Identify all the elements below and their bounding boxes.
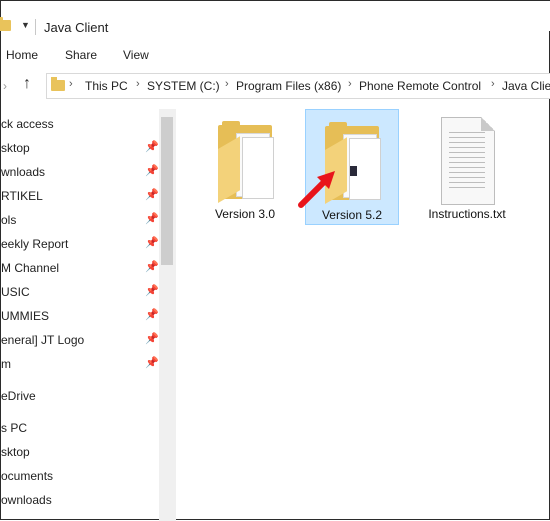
folder-item[interactable]: Version 3.0 — [199, 109, 291, 223]
title-bar: ▼ Java Client — [0, 1, 550, 35]
sidebar-item-label: ocuments — [1, 469, 54, 483]
tab-share[interactable]: Share — [65, 48, 97, 62]
divider — [35, 19, 36, 35]
sidebar-item-label: eekly Report — [1, 237, 69, 251]
sidebar-item-label: sktop — [1, 445, 30, 459]
nav-scrollbar[interactable] — [159, 109, 176, 521]
sidebar-item-label: eDrive — [1, 389, 36, 403]
sidebar-item-label: RTIKEL — [1, 189, 43, 203]
pin-icon[interactable]: 📌 — [145, 140, 159, 153]
pin-icon[interactable]: 📌 — [145, 260, 159, 273]
sidebar-item-label: UMMIES — [1, 309, 49, 323]
sidebar-item-downloads[interactable]: wnloads 📌 — [1, 161, 159, 183]
chevron-right-icon[interactable]: › — [225, 78, 229, 90]
folder-icon — [218, 119, 274, 203]
chevron-right-icon[interactable]: › — [136, 78, 140, 90]
pin-icon[interactable]: 📌 — [145, 164, 159, 177]
item-name: Version 3.0 — [214, 207, 276, 221]
sidebar-item-weekly-report[interactable]: eekly Report 📌 — [1, 233, 159, 255]
folder-icon — [51, 77, 65, 91]
sidebar-item-music[interactable]: USIC 📌 — [1, 281, 159, 303]
sidebar-item-channel[interactable]: M Channel 📌 — [1, 257, 159, 279]
sidebar-item-m[interactable]: m 📌 — [1, 353, 159, 375]
sidebar-item-pc-desktop[interactable]: sktop — [1, 441, 159, 463]
sidebar-item-label: m — [1, 357, 11, 371]
quick-access-dropdown-icon[interactable]: ▼ — [21, 20, 30, 30]
chevron-right-icon[interactable]: › — [348, 78, 352, 90]
explorer-window: ▼ Java Client Home Share View › ↑ › This… — [0, 0, 550, 521]
sidebar-item-label: ck access — [1, 117, 54, 131]
breadcrumb-java-client[interactable]: Java Clien — [502, 79, 550, 93]
window-title: Java Client — [44, 20, 109, 35]
navigation-pane: ck access sktop 📌 wnloads 📌 RTIKEL 📌 ols 📌 e… — [1, 109, 159, 521]
item-name: Version 5.2 — [321, 208, 383, 222]
sidebar-item-documents[interactable]: ocuments — [1, 465, 159, 487]
breadcrumb-program-files-x86[interactable]: Program Files (x86) — [236, 79, 341, 93]
pin-icon[interactable]: 📌 — [145, 332, 159, 345]
scrollbar-thumb[interactable] — [161, 117, 173, 265]
sidebar-item-label: wnloads — [1, 165, 46, 179]
pin-icon[interactable]: 📌 — [145, 236, 159, 249]
item-name: Instructions.txt — [428, 207, 506, 221]
sidebar-item-jt-logo[interactable]: eneral] JT Logo 📌 — [1, 329, 159, 351]
pin-icon[interactable]: 📌 — [145, 356, 159, 369]
chevron-right-icon[interactable]: › — [69, 78, 73, 90]
file-item[interactable]: Instructions.txt — [421, 109, 513, 223]
breadcrumb-system-c[interactable]: SYSTEM (C:) — [147, 79, 220, 93]
address-bar[interactable]: › This PC › SYSTEM (C:) › Program Files … — [46, 73, 550, 99]
pin-icon[interactable]: 📌 — [145, 308, 159, 321]
sidebar-item-dummies[interactable]: UMMIES 📌 — [1, 305, 159, 327]
chevron-right-icon[interactable]: › — [491, 78, 495, 90]
sidebar-item-this-pc[interactable]: s PC — [1, 417, 159, 439]
pin-icon[interactable]: 📌 — [145, 188, 159, 201]
sidebar-item-quick-access[interactable]: ck access — [1, 113, 159, 135]
forward-button[interactable]: › — [3, 79, 7, 93]
sidebar-item-label: USIC — [1, 285, 30, 299]
sidebar-item-label: s PC — [1, 421, 28, 435]
sidebar-item-label: ols — [1, 213, 17, 227]
sidebar-item-label: ownloads — [1, 493, 52, 507]
tab-home[interactable]: Home — [6, 48, 38, 62]
tab-view[interactable]: View — [123, 48, 149, 62]
red-arrow-annotation — [298, 171, 335, 208]
sidebar-item-desktop[interactable]: sktop 📌 — [1, 137, 159, 159]
sidebar-item-artikel[interactable]: RTIKEL 📌 — [1, 185, 159, 207]
folder-icon — [0, 17, 11, 31]
text-file-icon — [441, 117, 495, 205]
pin-icon[interactable]: 📌 — [145, 212, 159, 225]
breadcrumb-this-pc[interactable]: This PC — [85, 79, 128, 93]
sidebar-item-onedrive[interactable]: eDrive — [1, 385, 159, 407]
breadcrumb-phone-remote-control[interactable]: Phone Remote Control — [359, 79, 481, 93]
up-button[interactable]: ↑ — [23, 75, 31, 93]
sidebar-item-pc-downloads[interactable]: ownloads — [1, 489, 159, 511]
ribbon-tabs: Home Share View — [1, 41, 550, 67]
sidebar-item-label: M Channel — [1, 261, 60, 275]
sidebar-item-tools[interactable]: ols 📌 — [1, 209, 159, 231]
sidebar-item-label: eneral] JT Logo — [1, 333, 85, 347]
address-row: › ↑ › This PC › SYSTEM (C:) › Program Fi… — [1, 71, 550, 101]
file-list: Version 3.0 Version 5.2 Instructions.txt — [177, 109, 550, 521]
pin-icon[interactable]: 📌 — [145, 284, 159, 297]
sidebar-item-label: sktop — [1, 141, 30, 155]
